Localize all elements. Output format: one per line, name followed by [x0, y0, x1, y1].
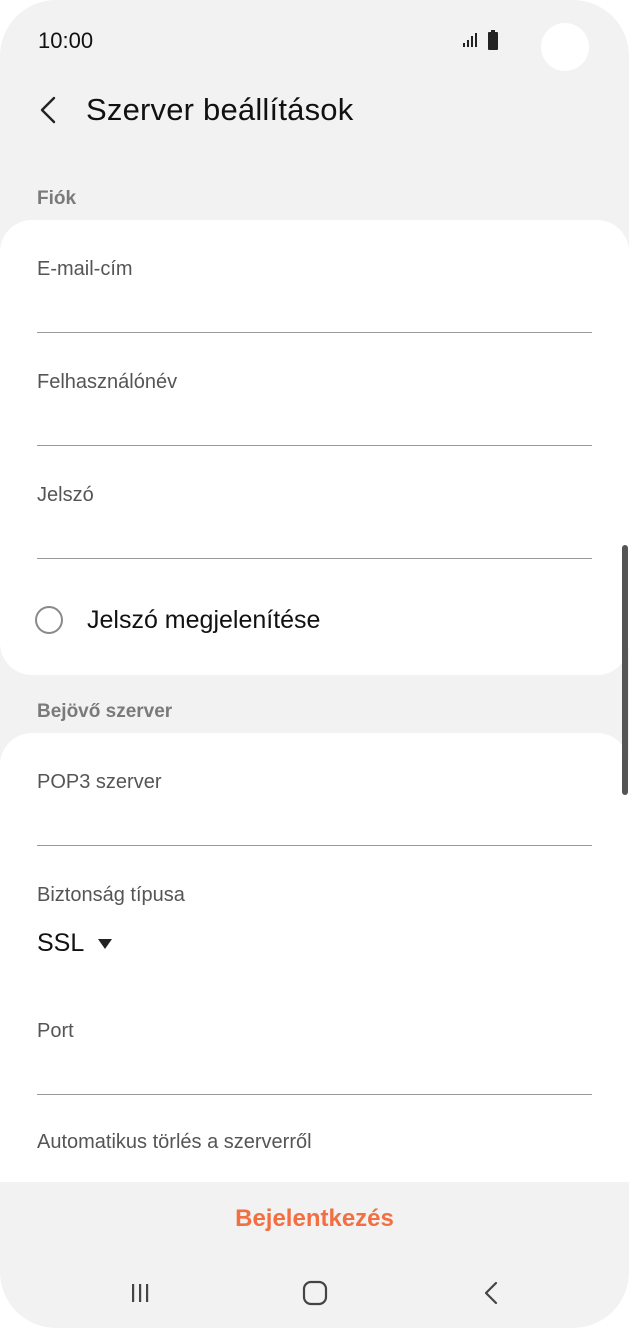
show-password-label: Jelszó megjelenítése: [87, 605, 321, 634]
email-input[interactable]: [37, 298, 592, 333]
chevron-left-icon: [40, 96, 56, 124]
port-label: Port: [37, 1020, 74, 1042]
scrollbar[interactable]: [622, 545, 628, 795]
show-password-toggle[interactable]: Jelszó megjelenítése: [35, 600, 320, 640]
security-type-value: SSL: [37, 929, 85, 957]
port-input[interactable]: [37, 1060, 592, 1095]
section-label-incoming: Bejövő szerver: [37, 701, 173, 722]
header: Szerver beállítások: [0, 80, 629, 142]
nav-back-button[interactable]: [461, 1268, 521, 1318]
section-label-account: Fiók: [37, 188, 77, 209]
back-button[interactable]: [28, 88, 68, 132]
dropdown-arrow-icon: [98, 938, 113, 949]
incoming-server-card: POP3 szerver Biztonság típusa SSL Port A…: [0, 733, 629, 1193]
security-type-label: Biztonság típusa: [37, 884, 185, 906]
login-button[interactable]: Bejelentkezés: [215, 1197, 414, 1241]
pop3-label: POP3 szerver: [37, 771, 162, 793]
signal-icon: [463, 33, 477, 47]
home-button[interactable]: [285, 1268, 345, 1318]
status-bar: 10:00: [0, 0, 629, 80]
navigation-bar: [0, 1256, 629, 1328]
security-type-dropdown[interactable]: SSL: [37, 929, 113, 958]
username-label: Felhasználónév: [37, 371, 178, 393]
battery-icon: [488, 30, 498, 50]
home-icon: [302, 1280, 328, 1306]
bottom-action-bar: Bejelentkezés: [0, 1182, 629, 1256]
pop3-input[interactable]: [37, 811, 592, 846]
status-time: 10:00: [38, 28, 94, 53]
show-password-checkbox[interactable]: [35, 606, 63, 634]
camera-cutout: [541, 23, 589, 71]
back-icon: [484, 1281, 498, 1305]
email-label: E-mail-cím: [37, 258, 133, 280]
account-card: E-mail-cím Felhasználónév Jelszó Jelszó …: [0, 220, 629, 675]
page-title: Szerver beállítások: [86, 92, 354, 127]
phone-screen: 10:00 Szerver beállítások Fiók E-mail-cí…: [0, 0, 629, 1328]
auto-delete-label: Automatikus törlés a szerverről: [37, 1131, 312, 1153]
username-input[interactable]: [37, 411, 592, 446]
password-input[interactable]: [37, 524, 592, 559]
recent-apps-icon: [132, 1284, 149, 1302]
password-label: Jelszó: [37, 484, 94, 506]
recent-apps-button[interactable]: [110, 1268, 170, 1318]
